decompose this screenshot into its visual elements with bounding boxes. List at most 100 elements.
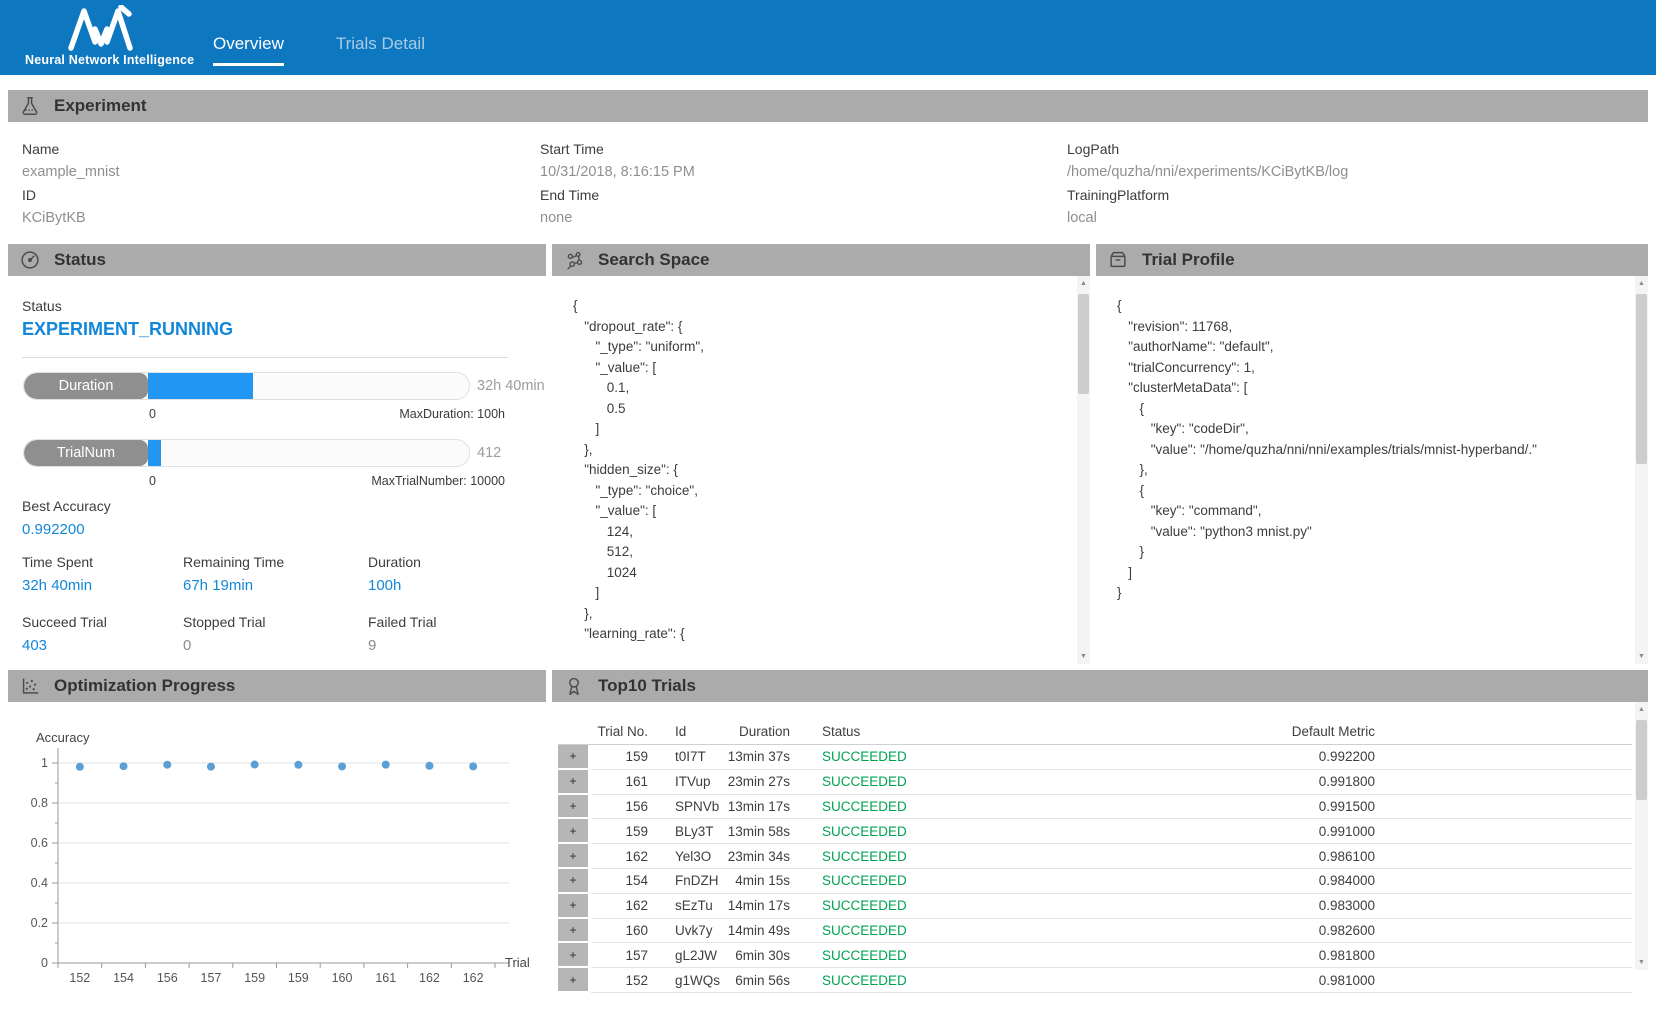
metric-cell: 0.982600 [1080, 919, 1375, 943]
svg-text:161: 161 [375, 971, 396, 985]
svg-text:0.4: 0.4 [31, 876, 48, 890]
row-filler [1375, 770, 1632, 794]
stat-stopped-trial: Stopped Trial 0 [183, 614, 266, 654]
stat-value: 100h [368, 577, 421, 594]
divider [22, 357, 508, 358]
scroll-down-arrow[interactable]: ▼ [1635, 955, 1648, 970]
table-row-content: 160 Uvk7y 14min 49s SUCCEEDED 0.982600 [591, 919, 1632, 944]
duration-progress-bar: Duration [23, 372, 470, 400]
gauge-icon [19, 249, 41, 271]
field-label: Start Time [540, 138, 695, 160]
expand-row-button[interactable]: + [558, 795, 588, 820]
expand-row-button[interactable]: + [558, 968, 588, 993]
top-trials-body: + 159 t0I7T 13min 37s SUCCEEDED 0.992200… [558, 745, 1632, 993]
experiment-col-1: Name example_mnist ID KCiBytKB [22, 138, 120, 230]
field-value: KCiBytKB [22, 206, 120, 230]
scroll-up-arrow[interactable]: ▲ [1635, 276, 1648, 291]
trial-id-cell: gL2JW [648, 943, 725, 967]
field-value: local [1067, 206, 1348, 230]
stat-label: Failed Trial [368, 614, 436, 630]
scrollbar-thumb[interactable] [1636, 294, 1647, 464]
table-row: + 161 ITVup 23min 27s SUCCEEDED 0.991800 [558, 770, 1632, 795]
best-accuracy-block: Best Accuracy 0.992200 [22, 498, 111, 538]
svg-text:Trial: Trial [505, 955, 530, 970]
col-duration: Duration [725, 724, 790, 739]
stat-value: 32h 40min [22, 577, 93, 594]
scrollbar-thumb[interactable] [1078, 294, 1089, 394]
duration-cell: 6min 56s [725, 968, 790, 992]
best-accuracy-value: 0.992200 [22, 521, 111, 538]
expand-row-button[interactable]: + [558, 943, 588, 968]
expand-row-button[interactable]: + [558, 869, 588, 894]
field-value: example_mnist [22, 160, 120, 184]
status-panel: Status Status EXPERIMENT_RUNNING Duratio… [8, 244, 546, 664]
best-accuracy-label: Best Accuracy [22, 498, 111, 514]
optimization-header: Optimization Progress [8, 670, 546, 702]
status-cell: SUCCEEDED [790, 968, 1080, 992]
table-row-content: 154 FnDZH 4min 15s SUCCEEDED 0.984000 [591, 869, 1632, 894]
metric-cell: 0.992200 [1080, 745, 1375, 769]
trial-profile-scrollbar[interactable]: ▲ ▼ [1635, 276, 1648, 664]
metric-cell: 0.981000 [1080, 968, 1375, 992]
flask-icon [19, 95, 41, 117]
svg-text:0.8: 0.8 [31, 796, 48, 810]
trial-no-cell: 152 [591, 968, 648, 992]
trial-id-cell: FnDZH [648, 869, 725, 893]
scrollbar-thumb[interactable] [1636, 720, 1647, 800]
status-cell: SUCCEEDED [790, 919, 1080, 943]
scroll-down-arrow[interactable]: ▼ [1077, 649, 1090, 664]
optimization-body: 00.20.40.60.8115215415615715915916016116… [8, 702, 546, 1030]
expand-row-button[interactable]: + [558, 745, 588, 770]
metric-cell: 0.991000 [1080, 819, 1375, 843]
duration-cell: 23min 27s [725, 770, 790, 794]
stat-value: 67h 19min [183, 577, 284, 594]
trial-no-cell: 154 [591, 869, 648, 893]
expand-row-button[interactable]: + [558, 894, 588, 919]
stat-label: Duration [368, 554, 421, 570]
search-space-header: Search Space [552, 244, 1090, 276]
experiment-header: Experiment [8, 90, 1648, 122]
duration-cell: 13min 37s [725, 745, 790, 769]
field-label: TrainingPlatform [1067, 184, 1348, 206]
table-header-row: Trial No. Id Duration Status Default Met… [558, 719, 1632, 745]
expand-row-button[interactable]: + [558, 844, 588, 869]
scroll-up-arrow[interactable]: ▲ [1077, 276, 1090, 291]
trial-id-cell: ITVup [648, 770, 725, 794]
expand-row-button[interactable]: + [558, 770, 588, 795]
trial-no-cell: 159 [591, 819, 648, 843]
field-label: ID [22, 184, 120, 206]
status-cell: SUCCEEDED [790, 770, 1080, 794]
duration-cell: 13min 58s [725, 819, 790, 843]
trial-profile-panel: Trial Profile { "revision": 11768, "auth… [1096, 244, 1648, 664]
scroll-up-arrow[interactable]: ▲ [1635, 702, 1648, 717]
svg-text:162: 162 [419, 971, 440, 985]
table-row-content: 159 BLy3T 13min 58s SUCCEEDED 0.991000 [591, 819, 1632, 844]
field-label: LogPath [1067, 138, 1348, 160]
table-row-content: 162 sEzTu 14min 17s SUCCEEDED 0.983000 [591, 894, 1632, 919]
table-row: + 159 t0I7T 13min 37s SUCCEEDED 0.992200 [558, 745, 1632, 770]
trialnum-max: MaxTrialNumber: 10000 [371, 474, 505, 488]
trial-profile-title: Trial Profile [1142, 250, 1235, 270]
top10-scrollbar[interactable]: ▲ ▼ [1635, 702, 1648, 970]
optimization-progress-panel: Optimization Progress 00.20.40.60.811521… [8, 670, 546, 1030]
trial-id-cell: g1WQs [648, 968, 725, 992]
stat-value: 0 [183, 637, 266, 654]
field-label: Name [22, 138, 120, 160]
trialnum-bar-fill [148, 440, 161, 466]
stat-succeed-trial: Succeed Trial 403 [22, 614, 107, 654]
svg-text:154: 154 [113, 971, 134, 985]
medal-icon [563, 675, 585, 697]
status-cell: SUCCEEDED [790, 869, 1080, 893]
trialnum-progress-bar: TrialNum [23, 439, 470, 467]
table-row: + 154 FnDZH 4min 15s SUCCEEDED 0.984000 [558, 869, 1632, 894]
trial-id-cell: sEzTu [648, 894, 725, 918]
table-row: + 152 g1WQs 6min 56s SUCCEEDED 0.981000 [558, 968, 1632, 993]
expand-row-button[interactable]: + [558, 819, 588, 844]
trial-id-cell: Uvk7y [648, 919, 725, 943]
trial-id-cell: BLy3T [648, 819, 725, 843]
scroll-down-arrow[interactable]: ▼ [1635, 649, 1648, 664]
expand-row-button[interactable]: + [558, 919, 588, 944]
search-space-scrollbar[interactable]: ▲ ▼ [1077, 276, 1090, 664]
stat-label: Succeed Trial [22, 614, 107, 630]
table-row-content: 157 gL2JW 6min 30s SUCCEEDED 0.981800 [591, 943, 1632, 968]
